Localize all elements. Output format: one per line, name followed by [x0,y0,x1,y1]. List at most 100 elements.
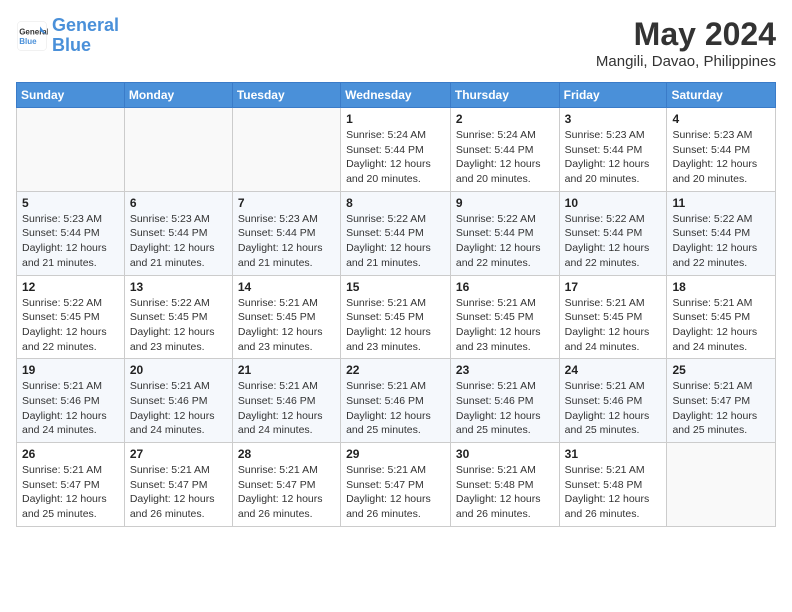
logo: General Blue General Blue [16,16,119,56]
day-number: 10 [565,196,662,210]
calendar-cell: 14 Sunrise: 5:21 AM Sunset: 5:45 PM Dayli… [232,275,340,359]
day-number: 8 [346,196,445,210]
day-info: Sunrise: 5:21 AM Sunset: 5:45 PM Dayligh… [456,296,554,355]
day-number: 11 [672,196,770,210]
calendar-cell: 21Sunrise: 5:21 AM Sunset: 5:46 PM Dayli… [232,359,340,443]
day-of-week-header: Thursday [450,83,559,108]
day-number: 15 [346,280,445,294]
calendar-cell: 9 Sunrise: 5:22 AM Sunset: 5:44 PM Daylig… [450,191,559,275]
calendar-cell: 30Sunrise: 5:21 AM Sunset: 5:48 PM Dayli… [450,443,559,527]
title-block: May 2024 Mangili, Davao, Philippines [596,16,776,70]
day-number: 5 [22,196,119,210]
day-info: Sunrise: 5:22 AM Sunset: 5:44 PM Dayligh… [456,212,554,271]
calendar-cell: 15 Sunrise: 5:21 AM Sunset: 5:45 PM Dayli… [341,275,451,359]
calendar-cell: 28Sunrise: 5:21 AM Sunset: 5:47 PM Dayli… [232,443,340,527]
day-info: Sunrise: 5:23 AM Sunset: 5:44 PM Dayligh… [238,212,335,271]
calendar-cell: 11 Sunrise: 5:22 AM Sunset: 5:44 PM Dayli… [667,191,776,275]
day-info: Sunrise: 5:22 AM Sunset: 5:44 PM Dayligh… [346,212,445,271]
day-info: Sunrise: 5:24 AM Sunset: 5:44 PM Dayligh… [456,128,554,187]
day-info: Sunrise: 5:21 AM Sunset: 5:47 PM Dayligh… [346,463,445,522]
day-number: 3 [565,112,662,126]
day-number: 19 [22,363,119,377]
day-info: Sunrise: 5:21 AM Sunset: 5:45 PM Dayligh… [565,296,662,355]
calendar-cell: 3 Sunrise: 5:23 AM Sunset: 5:44 PM Daylig… [559,108,667,192]
calendar-cell: 25Sunrise: 5:21 AM Sunset: 5:47 PM Dayli… [667,359,776,443]
day-info: Sunrise: 5:23 AM Sunset: 5:44 PM Dayligh… [672,128,770,187]
day-info: Sunrise: 5:21 AM Sunset: 5:46 PM Dayligh… [346,379,445,438]
calendar-cell: 27 Sunrise: 5:21 AM Sunset: 5:47 PM Dayli… [124,443,232,527]
calendar-cell: 26 Sunrise: 5:21 AM Sunset: 5:47 PM Dayli… [17,443,125,527]
day-info: Sunrise: 5:24 AM Sunset: 5:44 PM Dayligh… [346,128,445,187]
day-number: 27 [130,447,227,461]
day-info: Sunrise: 5:23 AM Sunset: 5:44 PM Dayligh… [565,128,662,187]
calendar-header-row: SundayMondayTuesdayWednesdayThursdayFrid… [17,83,776,108]
day-number: 4 [672,112,770,126]
day-number: 16 [456,280,554,294]
calendar-cell: 23Sunrise: 5:21 AM Sunset: 5:46 PM Dayli… [450,359,559,443]
day-number: 31 [565,447,662,461]
calendar-cell: 2 Sunrise: 5:24 AM Sunset: 5:44 PM Daylig… [450,108,559,192]
logo-icon: General Blue [16,20,48,52]
day-number: 26 [22,447,119,461]
calendar-cell [124,108,232,192]
page-header: General Blue General Blue May 2024 Mangi… [16,16,776,70]
calendar-cell: 16 Sunrise: 5:21 AM Sunset: 5:45 PM Dayli… [450,275,559,359]
day-number: 29 [346,447,445,461]
day-info: Sunrise: 5:23 AM Sunset: 5:44 PM Dayligh… [22,212,119,271]
calendar-cell [232,108,340,192]
day-info: Sunrise: 5:21 AM Sunset: 5:47 PM Dayligh… [130,463,227,522]
calendar-week-row: 19 Sunrise: 5:21 AM Sunset: 5:46 PM Dayli… [17,359,776,443]
day-of-week-header: Wednesday [341,83,451,108]
day-number: 20 [130,363,227,377]
calendar-week-row: 12 Sunrise: 5:22 AM Sunset: 5:45 PM Dayli… [17,275,776,359]
calendar-cell: 24Sunrise: 5:21 AM Sunset: 5:46 PM Dayli… [559,359,667,443]
location-title: Mangili, Davao, Philippines [596,53,776,70]
day-info: Sunrise: 5:23 AM Sunset: 5:44 PM Dayligh… [130,212,227,271]
calendar-cell: 7 Sunrise: 5:23 AM Sunset: 5:44 PM Daylig… [232,191,340,275]
calendar-table: SundayMondayTuesdayWednesdayThursdayFrid… [16,82,776,527]
logo-text: General [52,16,119,36]
day-number: 6 [130,196,227,210]
day-info: Sunrise: 5:21 AM Sunset: 5:46 PM Dayligh… [22,379,119,438]
calendar-cell: 22 Sunrise: 5:21 AM Sunset: 5:46 PM Dayli… [341,359,451,443]
day-of-week-header: Saturday [667,83,776,108]
day-number: 13 [130,280,227,294]
day-info: Sunrise: 5:21 AM Sunset: 5:45 PM Dayligh… [238,296,335,355]
day-number: 23 [456,363,554,377]
calendar-cell: 29 Sunrise: 5:21 AM Sunset: 5:47 PM Dayli… [341,443,451,527]
month-title: May 2024 [596,16,776,53]
calendar-cell: 20 Sunrise: 5:21 AM Sunset: 5:46 PM Dayli… [124,359,232,443]
day-of-week-header: Tuesday [232,83,340,108]
calendar-cell: 18 Sunrise: 5:21 AM Sunset: 5:45 PM Dayli… [667,275,776,359]
calendar-week-row: 5 Sunrise: 5:23 AM Sunset: 5:44 PM Daylig… [17,191,776,275]
calendar-cell: 12Sunrise: 5:22 AM Sunset: 5:45 PM Dayli… [17,275,125,359]
day-number: 7 [238,196,335,210]
day-info: Sunrise: 5:21 AM Sunset: 5:47 PM Dayligh… [22,463,119,522]
calendar-cell: 17Sunrise: 5:21 AM Sunset: 5:45 PM Dayli… [559,275,667,359]
day-of-week-header: Friday [559,83,667,108]
calendar-cell: 6 Sunrise: 5:23 AM Sunset: 5:44 PM Daylig… [124,191,232,275]
day-info: Sunrise: 5:21 AM Sunset: 5:46 PM Dayligh… [130,379,227,438]
day-number: 2 [456,112,554,126]
calendar-cell: 10Sunrise: 5:22 AM Sunset: 5:44 PM Dayli… [559,191,667,275]
day-info: Sunrise: 5:22 AM Sunset: 5:45 PM Dayligh… [130,296,227,355]
day-number: 18 [672,280,770,294]
calendar-cell: 4 Sunrise: 5:23 AM Sunset: 5:44 PM Daylig… [667,108,776,192]
day-number: 12 [22,280,119,294]
day-number: 28 [238,447,335,461]
day-number: 25 [672,363,770,377]
calendar-week-row: 1 Sunrise: 5:24 AM Sunset: 5:44 PM Daylig… [17,108,776,192]
day-number: 14 [238,280,335,294]
day-info: Sunrise: 5:22 AM Sunset: 5:44 PM Dayligh… [672,212,770,271]
day-info: Sunrise: 5:21 AM Sunset: 5:48 PM Dayligh… [565,463,662,522]
day-number: 9 [456,196,554,210]
day-number: 1 [346,112,445,126]
day-info: Sunrise: 5:21 AM Sunset: 5:46 PM Dayligh… [565,379,662,438]
logo-text-blue: Blue [52,36,119,56]
day-number: 22 [346,363,445,377]
day-info: Sunrise: 5:21 AM Sunset: 5:45 PM Dayligh… [346,296,445,355]
calendar-cell: 19 Sunrise: 5:21 AM Sunset: 5:46 PM Dayli… [17,359,125,443]
day-info: Sunrise: 5:21 AM Sunset: 5:46 PM Dayligh… [238,379,335,438]
day-info: Sunrise: 5:21 AM Sunset: 5:45 PM Dayligh… [672,296,770,355]
day-of-week-header: Monday [124,83,232,108]
